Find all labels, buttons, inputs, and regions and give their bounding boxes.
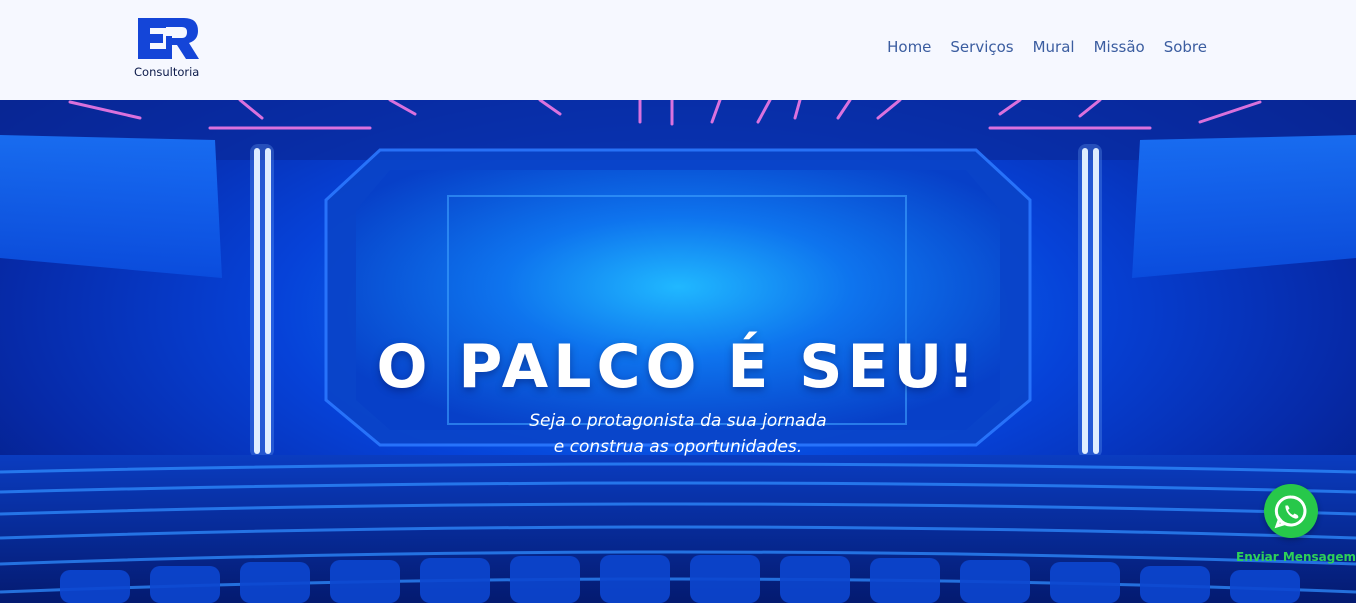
whatsapp-label[interactable]: Enviar Mensagem [1236, 550, 1356, 564]
nav-sobre[interactable]: Sobre [1164, 38, 1207, 56]
logo-subtitle: Consultoria [134, 65, 200, 79]
nav-mural[interactable]: Mural [1033, 38, 1075, 56]
logo[interactable]: Consultoria [132, 16, 204, 82]
hero-subline-1: Seja o protagonista da sua jornada [529, 411, 827, 431]
site-header: Consultoria Home Serviços Mural Missão S… [0, 0, 1356, 100]
hero-headline: O PALCO É SEU! [376, 332, 980, 402]
whatsapp-icon [1274, 495, 1307, 529]
nav-home[interactable]: Home [887, 38, 931, 56]
hero-banner: O PALCO É SEU! Seja o protagonista da su… [0, 100, 1356, 603]
hero-subline-2: e construa as oportunidades. [553, 437, 803, 457]
er-logo-mark [138, 18, 199, 59]
nav-missao[interactable]: Missão [1094, 38, 1145, 56]
main-nav: Home Serviços Mural Missão Sobre [887, 38, 1207, 56]
whatsapp-button[interactable] [1264, 484, 1318, 538]
nav-servicos[interactable]: Serviços [950, 38, 1013, 56]
